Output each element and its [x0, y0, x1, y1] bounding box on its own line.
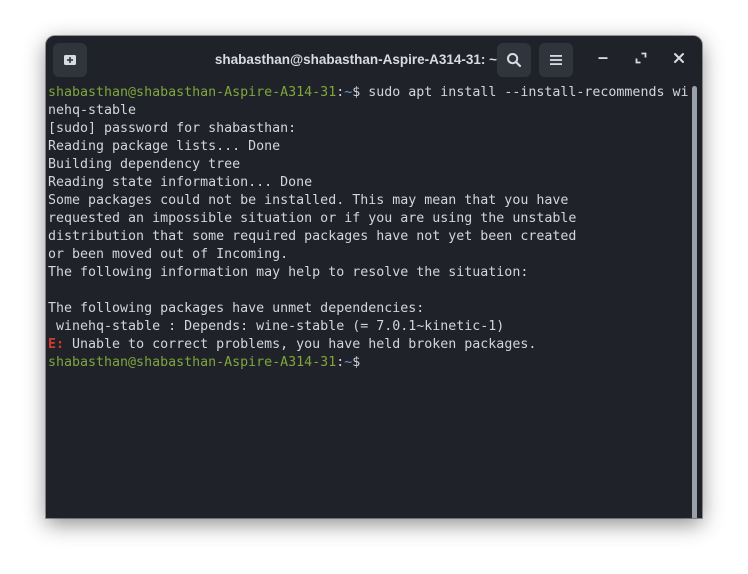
menu-button[interactable]: [539, 43, 573, 77]
prompt-user-host: shabasthan@shabasthan-Aspire-A314-31: [48, 355, 337, 370]
prompt-user-host: shabasthan@shabasthan-Aspire-A314-31: [48, 85, 337, 100]
output-line-blank: [48, 282, 690, 300]
window-title: shabasthan@shabasthan-Aspire-A314-31: ~: [214, 52, 498, 67]
prompt-symbol: $: [352, 355, 361, 370]
output-line: The following packages have unmet depend…: [48, 301, 425, 316]
close-button[interactable]: [667, 48, 691, 72]
search-icon: [506, 52, 522, 68]
output-line: winehq-stable : Depends: wine-stable (= …: [48, 319, 505, 334]
output-line: distribution that some required packages…: [48, 229, 577, 244]
output-line: Some packages could not be installed. Th…: [48, 193, 569, 208]
maximize-button[interactable]: [629, 48, 653, 72]
command-line-wrap: nehq-stable: [48, 103, 137, 118]
output-line: or been moved out of Incoming.: [48, 247, 289, 262]
vertical-scrollbar[interactable]: [692, 86, 697, 518]
error-line: E: Unable to correct problems, you have …: [48, 336, 690, 354]
minimize-button[interactable]: [591, 48, 615, 72]
terminal-window: shabasthan@shabasthan-Aspire-A314-31: ~: [46, 36, 702, 518]
minimize-icon: [597, 51, 609, 69]
header-bar: shabasthan@shabasthan-Aspire-A314-31: ~: [46, 36, 702, 84]
output-line: Reading state information... Done: [48, 175, 313, 190]
new-tab-icon: [62, 52, 78, 68]
new-tab-button[interactable]: [53, 43, 87, 77]
output-line: requested an impossible situation or if …: [48, 211, 577, 226]
close-icon: [673, 51, 685, 69]
command-line: shabasthan@shabasthan-Aspire-A314-31:~$ …: [48, 84, 690, 102]
terminal-output[interactable]: shabasthan@shabasthan-Aspire-A314-31:~$ …: [46, 84, 690, 518]
output-line: Building dependency tree: [48, 157, 241, 172]
hamburger-menu-icon: [549, 53, 563, 67]
output-line: The following information may help to re…: [48, 265, 529, 280]
maximize-icon: [635, 51, 647, 69]
command-text: sudo apt install --install-recommends wi: [360, 85, 689, 100]
prompt-line: shabasthan@shabasthan-Aspire-A314-31:~$: [48, 354, 690, 372]
error-message: Unable to correct problems, you have hel…: [64, 337, 537, 352]
search-button[interactable]: [497, 43, 531, 77]
output-line: Reading package lists... Done: [48, 139, 281, 154]
output-line: [sudo] password for shabasthan:: [48, 121, 297, 136]
error-prefix: E:: [48, 337, 65, 352]
